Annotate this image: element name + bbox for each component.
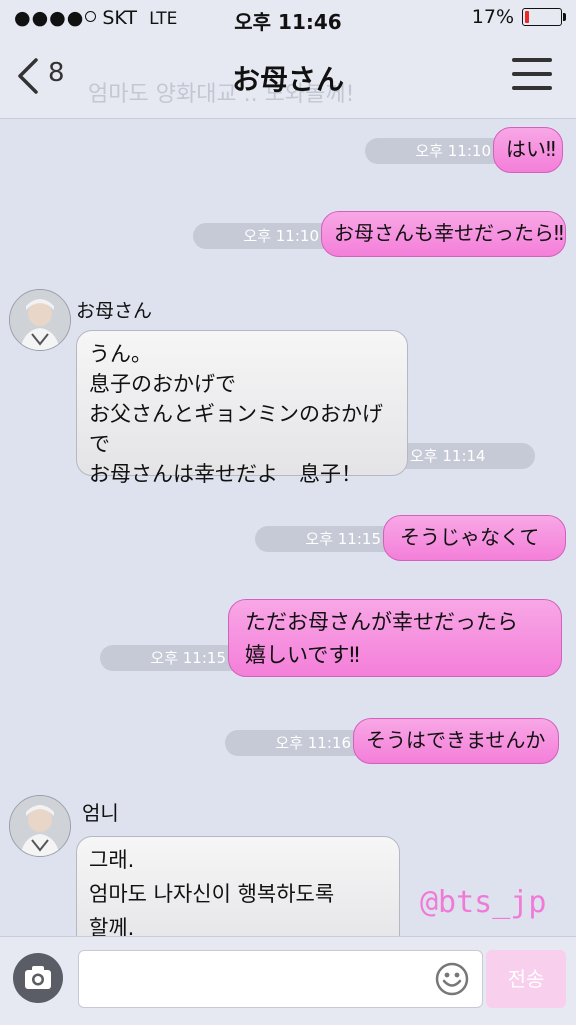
- status-right: 17%: [471, 6, 566, 28]
- battery-icon: [522, 8, 566, 26]
- chat-header: 엄마도 양화대교 .. 도와볼께! 8 お母さん: [0, 36, 576, 119]
- message-text: はい‼︎: [506, 137, 556, 161]
- outgoing-message[interactable]: そうじゃなくて: [383, 515, 566, 561]
- message-text: そうはできませんか: [366, 728, 546, 752]
- message-line: 息子のおかげで: [89, 372, 236, 396]
- message-line: お母さんは幸せだよ 息子！: [89, 462, 362, 486]
- outgoing-message[interactable]: そうはできませんか: [353, 718, 559, 764]
- sender-name: お母さん: [76, 300, 153, 322]
- message-input[interactable]: [78, 950, 483, 1008]
- message-line: 그래.: [89, 848, 135, 872]
- input-bar: 전송: [0, 936, 576, 1025]
- status-bar: ●●●● SKT LTE 오후 11:46 17%: [0, 0, 576, 36]
- camera-glyph: [25, 966, 51, 989]
- send-button[interactable]: 전송: [486, 950, 566, 1008]
- menu-icon[interactable]: [512, 56, 552, 92]
- chat-title: お母さん: [231, 63, 344, 96]
- watermark: @bts_jp: [420, 885, 547, 920]
- message-line: 엄마도 나자신이 행복하도록: [89, 882, 335, 906]
- outgoing-message[interactable]: ただお母さんが幸せだったら 嬉しいです‼︎: [228, 599, 562, 677]
- avatar-photo: [10, 796, 70, 856]
- message-line: 嬉しいです‼︎: [245, 643, 360, 667]
- outgoing-message[interactable]: はい‼︎: [493, 127, 563, 173]
- battery-percent: 17%: [471, 6, 514, 28]
- message-text: お母さんも幸せだったら‼︎: [334, 221, 564, 245]
- outgoing-message[interactable]: お母さんも幸せだったら‼︎: [321, 211, 566, 257]
- emoji-icon[interactable]: [434, 961, 470, 997]
- message-text: そうじゃなくて: [400, 525, 540, 549]
- message-line: うん。: [89, 342, 152, 366]
- avatar[interactable]: [9, 289, 71, 351]
- message-line: お父さんとギョンミンのおかげで: [89, 402, 383, 456]
- avatar[interactable]: [9, 795, 71, 857]
- sender-name: 엄니: [82, 801, 119, 825]
- avatar-photo: [10, 290, 70, 350]
- camera-icon[interactable]: [13, 953, 63, 1003]
- incoming-message[interactable]: うん。 息子のおかげで お父さんとギョンミンのおかげで お母さんは幸せだよ 息子…: [76, 330, 408, 486]
- message-line: ただお母さんが幸せだったら: [245, 610, 518, 634]
